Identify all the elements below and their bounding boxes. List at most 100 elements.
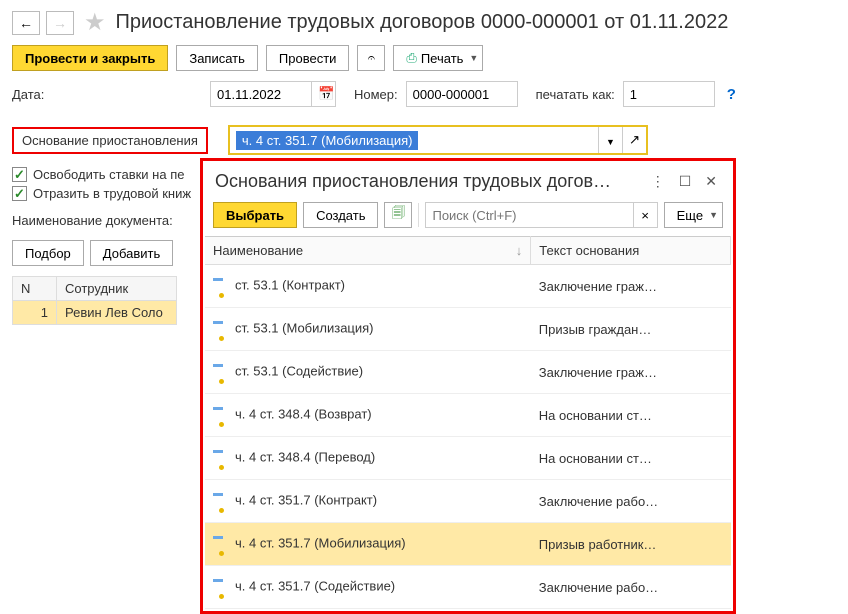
basis-popup: Основания приостановления трудовых догов… [200, 158, 736, 614]
popup-cell-name: ч. 4 ст. 351.7 (Содействие) [205, 566, 531, 609]
pick-button[interactable]: Подбор [12, 240, 84, 266]
popup-col-name[interactable]: Наименование ↓ [205, 237, 531, 265]
attach-button[interactable]: 𝄐 [357, 45, 385, 71]
popup-create-button[interactable]: Создать [303, 202, 378, 228]
print-icon: ⎙ [406, 50, 416, 66]
arrow-left-icon: ← [19, 15, 33, 31]
main-toolbar: Провести и закрыть Записать Провести 𝄐 ⎙… [0, 41, 848, 75]
popup-controls: ⋮ ☐ ✕ [651, 173, 721, 190]
arrow-right-icon: → [53, 15, 67, 31]
col-n[interactable]: N [13, 277, 57, 301]
chevron-down-icon: ▼ [709, 210, 718, 220]
post-and-close-button[interactable]: Провести и закрыть [12, 45, 168, 71]
popup-header: Основания приостановления трудовых догов… [203, 161, 733, 198]
nav-forward-button[interactable]: → [46, 11, 74, 35]
popup-cell-name: ч. 4 ст. 348.4 (Перевод) [205, 437, 531, 480]
popup-cell-text: Заключение граж… [531, 351, 731, 394]
sort-down-icon: ↓ [516, 243, 523, 258]
popup-row[interactable]: ч. 4 ст. 348.4 (Возврат)На основании ст… [205, 394, 731, 437]
paperclip-icon: 𝄐 [368, 50, 375, 66]
add-button[interactable]: Добавить [90, 240, 173, 266]
popup-row[interactable]: ч. 4 ст. 351.7 (Контракт)Заключение рабо… [205, 480, 731, 523]
popup-cell-name: ч. 4 ст. 348.4 (Возврат) [205, 394, 531, 437]
chevron-down-icon: ▼ [469, 53, 478, 63]
print-as-input-wrap [623, 81, 715, 107]
popup-cell-name: ч. 4 ст. 351.7 (Мобилизация) [205, 523, 531, 566]
popup-cell-text: Заключение граж… [531, 265, 731, 308]
basis-open-button[interactable]: ↗ [622, 127, 646, 153]
ref-icon [213, 357, 229, 387]
popup-row[interactable]: ч. 4 ст. 348.4 (Перевод)На основании ст… [205, 437, 731, 480]
basis-selected-pill: ч. 4 ст. 351.7 (Мобилизация) [236, 131, 419, 150]
favorite-star-icon[interactable]: ★ [84, 8, 106, 37]
popup-more-label: Еще [677, 208, 703, 223]
nav-back-button[interactable]: ← [12, 11, 40, 35]
popup-col-name-label: Наименование [213, 243, 303, 258]
popup-copy-button[interactable]: 🗐 [384, 202, 412, 228]
ref-icon [213, 400, 229, 430]
popup-row[interactable]: ч. 4 ст. 351.7 (Содействие)Заключение ра… [205, 566, 731, 609]
post-button[interactable]: Провести [266, 45, 350, 71]
col-employee[interactable]: Сотрудник [57, 277, 177, 301]
ref-icon [213, 443, 229, 473]
popup-close-icon[interactable]: ✕ [705, 173, 717, 190]
date-input[interactable] [211, 82, 311, 106]
popup-maximize-icon[interactable]: ☐ [679, 173, 692, 190]
popup-menu-icon[interactable]: ⋮ [651, 173, 665, 190]
basis-row: Основание приостановления ч. 4 ст. 351.7… [0, 113, 848, 161]
calendar-icon: 📅 [318, 86, 335, 101]
ref-icon [213, 486, 229, 516]
ref-icon [213, 572, 229, 602]
toolbar-separator [418, 203, 419, 227]
write-button[interactable]: Записать [176, 45, 258, 71]
popup-cell-text: Призыв работник… [531, 523, 731, 566]
ref-icon [213, 314, 229, 344]
copy-green-icon: 🗐 [392, 204, 405, 226]
print-as-input[interactable] [624, 82, 714, 106]
popup-row[interactable]: ч. 4 ст. 351.7 (Мобилизация)Призыв работ… [205, 523, 731, 566]
popup-table: Наименование ↓ Текст основания ст. 53.1 … [205, 236, 731, 609]
open-ref-icon: ↗ [629, 132, 640, 147]
page-title: Приостановление трудовых договоров 0000-… [116, 11, 729, 34]
popup-cell-text: Призыв граждан… [531, 308, 731, 351]
number-label: Номер: [354, 87, 398, 102]
check-free-rates-box[interactable]: ✓ [12, 167, 27, 182]
date-number-row: Дата: 📅 Номер: печатать как: ? [0, 75, 848, 113]
check-workbook-box[interactable]: ✓ [12, 186, 27, 201]
popup-search-input[interactable] [426, 203, 632, 227]
popup-toolbar: Выбрать Создать 🗐 × Еще ▼ [203, 198, 733, 236]
basis-field[interactable]: ч. 4 ст. 351.7 (Мобилизация) ▼ ↗ [228, 125, 648, 155]
chevron-down-icon: ▼ [606, 137, 615, 147]
popup-cell-text: Заключение рабо… [531, 566, 731, 609]
print-button[interactable]: ⎙ Печать ▼ [393, 45, 483, 71]
date-label: Дата: [12, 87, 202, 102]
popup-cell-text: На основании ст… [531, 437, 731, 480]
popup-cell-text: Заключение рабо… [531, 480, 731, 523]
popup-search-clear[interactable]: × [633, 203, 657, 227]
ref-icon [213, 529, 229, 559]
popup-row[interactable]: ст. 53.1 (Контракт)Заключение граж… [205, 265, 731, 308]
popup-row[interactable]: ст. 53.1 (Мобилизация)Призыв граждан… [205, 308, 731, 351]
calendar-button[interactable]: 📅 [311, 82, 335, 106]
check-workbook-label: Отразить в трудовой книж [33, 186, 191, 201]
help-link[interactable]: ? [723, 86, 740, 103]
popup-title: Основания приостановления трудовых догов… [215, 171, 651, 192]
docname-label: Наименование документа: [12, 213, 173, 228]
popup-cell-name: ст. 53.1 (Мобилизация) [205, 308, 531, 351]
table-row[interactable]: 1Ревин Лев Соло [13, 301, 177, 325]
popup-more-button[interactable]: Еще ▼ [664, 202, 723, 228]
date-input-wrap: 📅 [210, 81, 336, 107]
basis-dropdown-button[interactable]: ▼ [598, 127, 622, 153]
number-input[interactable] [407, 82, 517, 106]
popup-cell-name: ст. 53.1 (Содействие) [205, 351, 531, 394]
ref-icon [213, 271, 229, 301]
popup-select-button[interactable]: Выбрать [213, 202, 297, 228]
popup-cell-name: ст. 53.1 (Контракт) [205, 265, 531, 308]
popup-col-text[interactable]: Текст основания [531, 237, 731, 265]
window-header: ← → ★ Приостановление трудовых договоров… [0, 0, 848, 41]
basis-selected-value: ч. 4 ст. 351.7 (Мобилизация) [230, 127, 598, 153]
popup-cell-name: ч. 4 ст. 351.7 (Контракт) [205, 480, 531, 523]
popup-row[interactable]: ст. 53.1 (Содействие)Заключение граж… [205, 351, 731, 394]
cell-employee: Ревин Лев Соло [57, 301, 177, 325]
number-input-wrap [406, 81, 518, 107]
